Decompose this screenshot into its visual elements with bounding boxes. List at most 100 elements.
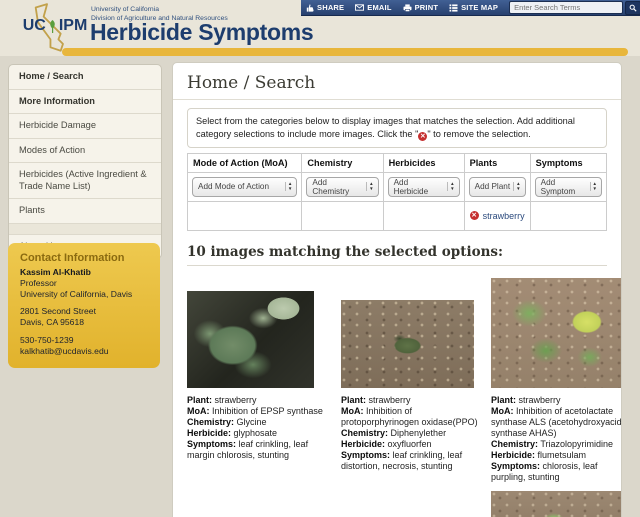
sidebar-item-modes-of-action[interactable]: Modes of Action	[9, 139, 161, 163]
result-card: Plant: strawberry MoA: Inhibition of EPS…	[187, 278, 328, 517]
remove-icon-example: ✕	[418, 131, 428, 141]
result-image-strawberry-oxyfluorfen[interactable]	[341, 299, 474, 388]
print-label: PRINT	[414, 3, 439, 12]
contact-phone: 530-750-1239	[20, 334, 74, 345]
value-plant: strawberry	[368, 394, 411, 405]
contact-heading: Contact Information	[20, 252, 125, 264]
column-header-symptoms: Symptoms	[529, 152, 608, 173]
print-button[interactable]: PRINT	[403, 3, 439, 12]
instructions-text-post: " to remove the selection.	[427, 128, 531, 139]
email-label: EMAIL	[367, 3, 392, 12]
share-button[interactable]: SHARE	[306, 3, 344, 12]
list-grid-icon	[449, 3, 458, 12]
add-plant-dropdown[interactable]: Add Plant ▲ ▼	[468, 176, 526, 197]
contact-address-1: 2801 Second Street	[20, 306, 96, 317]
logo-ipm: IPM	[58, 17, 88, 34]
column-header-moa: Mode of Action (MoA)	[186, 152, 303, 173]
add-herbicide-dropdown[interactable]: Add Herbicide ▲ ▼	[387, 176, 460, 197]
sidebar-item-plants[interactable]: Plants	[9, 199, 161, 224]
label-plant: Plant:	[491, 394, 517, 405]
value-plant: strawberry	[518, 394, 561, 405]
label-plant: Plant:	[341, 394, 367, 405]
leaf-icon	[50, 19, 55, 33]
email-button[interactable]: EMAIL	[355, 3, 391, 12]
contact-info-box: Contact Information Kassim Al-Khatib Pro…	[8, 243, 160, 368]
results-grid: Plant: strawberry MoA: Inhibition of EPS…	[187, 277, 621, 517]
result-card: Plant: strawberry MoA: Inhibition of pro…	[341, 278, 478, 517]
contact-address-2: Davis, CA 95618	[20, 317, 85, 328]
result-image-partial[interactable]	[491, 490, 621, 517]
printer-icon	[403, 3, 412, 12]
remove-strawberry-icon[interactable]: ✕	[469, 211, 479, 220]
dropdown-label: Add Herbicide	[393, 177, 429, 196]
page-title: Home / Search	[173, 73, 621, 100]
org-line-1: University of California	[91, 6, 159, 13]
logo-text: UC IPM	[12, 17, 98, 35]
sidebar-item-herbicide-damage[interactable]: Herbicide Damage	[9, 114, 161, 139]
main-content: Home / Search Select from the categories…	[172, 62, 622, 517]
filter-dropdown-row: Add Mode of Action ▲ ▼ Add Chemistry ▲ ▼ A…	[186, 171, 608, 202]
value-plant: strawberry	[214, 394, 257, 405]
label-chemistry: Chemistry:	[341, 427, 389, 438]
stepper-arrows-icon: ▲ ▼	[366, 181, 375, 191]
envelope-icon	[355, 4, 365, 11]
search-submit-button[interactable]	[625, 0, 640, 15]
label-moa: MoA:	[341, 405, 364, 416]
site-title: Herbicide Symptoms	[90, 19, 314, 45]
result-image-strawberry-glyphosate[interactable]	[187, 290, 314, 388]
dropdown-label: Add Symptom	[540, 177, 576, 196]
sitemap-label: SITE MAP	[461, 3, 499, 12]
label-moa: MoA:	[491, 405, 514, 416]
dropdown-label: Add Mode of Action	[198, 182, 270, 191]
ucipm-logo[interactable]: UC IPM	[12, 1, 98, 54]
contact-email: kalkhatib@ucdavis.edu	[20, 345, 109, 356]
result-caption: Plant: strawberry MoA: Inhibition of pro…	[341, 395, 478, 472]
label-chemistry: Chemistry:	[187, 416, 235, 427]
label-symptoms: Symptoms:	[187, 438, 237, 449]
value-chemistry: Triazolopyrimidine	[540, 438, 614, 449]
sidebar-item-home-search[interactable]: Home / Search	[9, 65, 161, 90]
results-heading: 10 images matching the selected options:	[187, 243, 504, 260]
label-symptoms: Symptoms:	[341, 449, 391, 460]
stepper-arrows-icon: ▲ ▼	[589, 181, 599, 191]
result-caption: Plant: strawberry MoA: Inhibition of ace…	[491, 394, 621, 483]
value-chemistry: Glycine	[236, 416, 267, 427]
filter-selection-row: ✕ strawberry	[186, 200, 608, 231]
instructions-box: Select from the categories below to disp…	[187, 108, 607, 148]
column-header-plants: Plants	[463, 152, 531, 173]
dropdown-label: Add Plant	[474, 182, 511, 191]
add-mode-of-action-dropdown[interactable]: Add Mode of Action ▲ ▼	[192, 176, 298, 197]
add-chemistry-dropdown[interactable]: Add Chemistry ▲ ▼	[306, 176, 379, 197]
label-plant: Plant:	[187, 394, 213, 405]
value-moa: Inhibition of EPSP synthase	[212, 405, 323, 416]
sitemap-button[interactable]: SITE MAP	[449, 3, 498, 12]
sidebar-nav: Home / Search More Information Herbicide…	[8, 64, 162, 259]
value-herbicide: glyphosate	[233, 427, 278, 438]
magnifier-icon	[629, 4, 637, 12]
search-input[interactable]	[509, 1, 624, 14]
sidebar-spacer	[9, 223, 161, 235]
stepper-arrows-icon: ▲ ▼	[447, 181, 456, 191]
dropdown-label: Add Chemistry	[312, 177, 350, 196]
results-divider	[187, 264, 607, 266]
label-moa: MoA:	[187, 405, 210, 416]
stepper-arrows-icon: ▲ ▼	[513, 181, 522, 191]
top-toolbar: SHARE EMAIL PRINT SITE MAP	[301, 0, 640, 16]
filter-header-row: Mode of Action (MoA) Chemistry Herbicide…	[186, 152, 608, 173]
sidebar-item-herbicides-list[interactable]: Herbicides (Active Ingredient & Trade Na…	[9, 163, 161, 199]
column-header-chemistry: Chemistry	[301, 152, 384, 173]
add-symptom-dropdown[interactable]: Add Symptom ▲ ▼	[534, 176, 602, 197]
label-herbicide: Herbicide:	[341, 438, 386, 449]
result-image-strawberry-flumetsulam[interactable]	[491, 277, 621, 388]
thumb-up-icon	[306, 3, 314, 12]
result-caption: Plant: strawberry MoA: Inhibition of EPS…	[187, 395, 328, 461]
label-chemistry: Chemistry:	[491, 438, 539, 449]
selected-plant-link[interactable]: strawberry	[483, 211, 525, 221]
selected-plant-chip: ✕ strawberry	[469, 211, 525, 221]
sidebar-item-more-information[interactable]: More Information	[9, 90, 161, 114]
value-chemistry: Diphenylether	[390, 427, 447, 438]
page: UC IPM University of California Division…	[0, 0, 640, 517]
stepper-arrows-icon: ▲ ▼	[284, 181, 294, 191]
gold-divider-bar	[62, 48, 628, 56]
contact-title: Professor	[20, 277, 57, 288]
